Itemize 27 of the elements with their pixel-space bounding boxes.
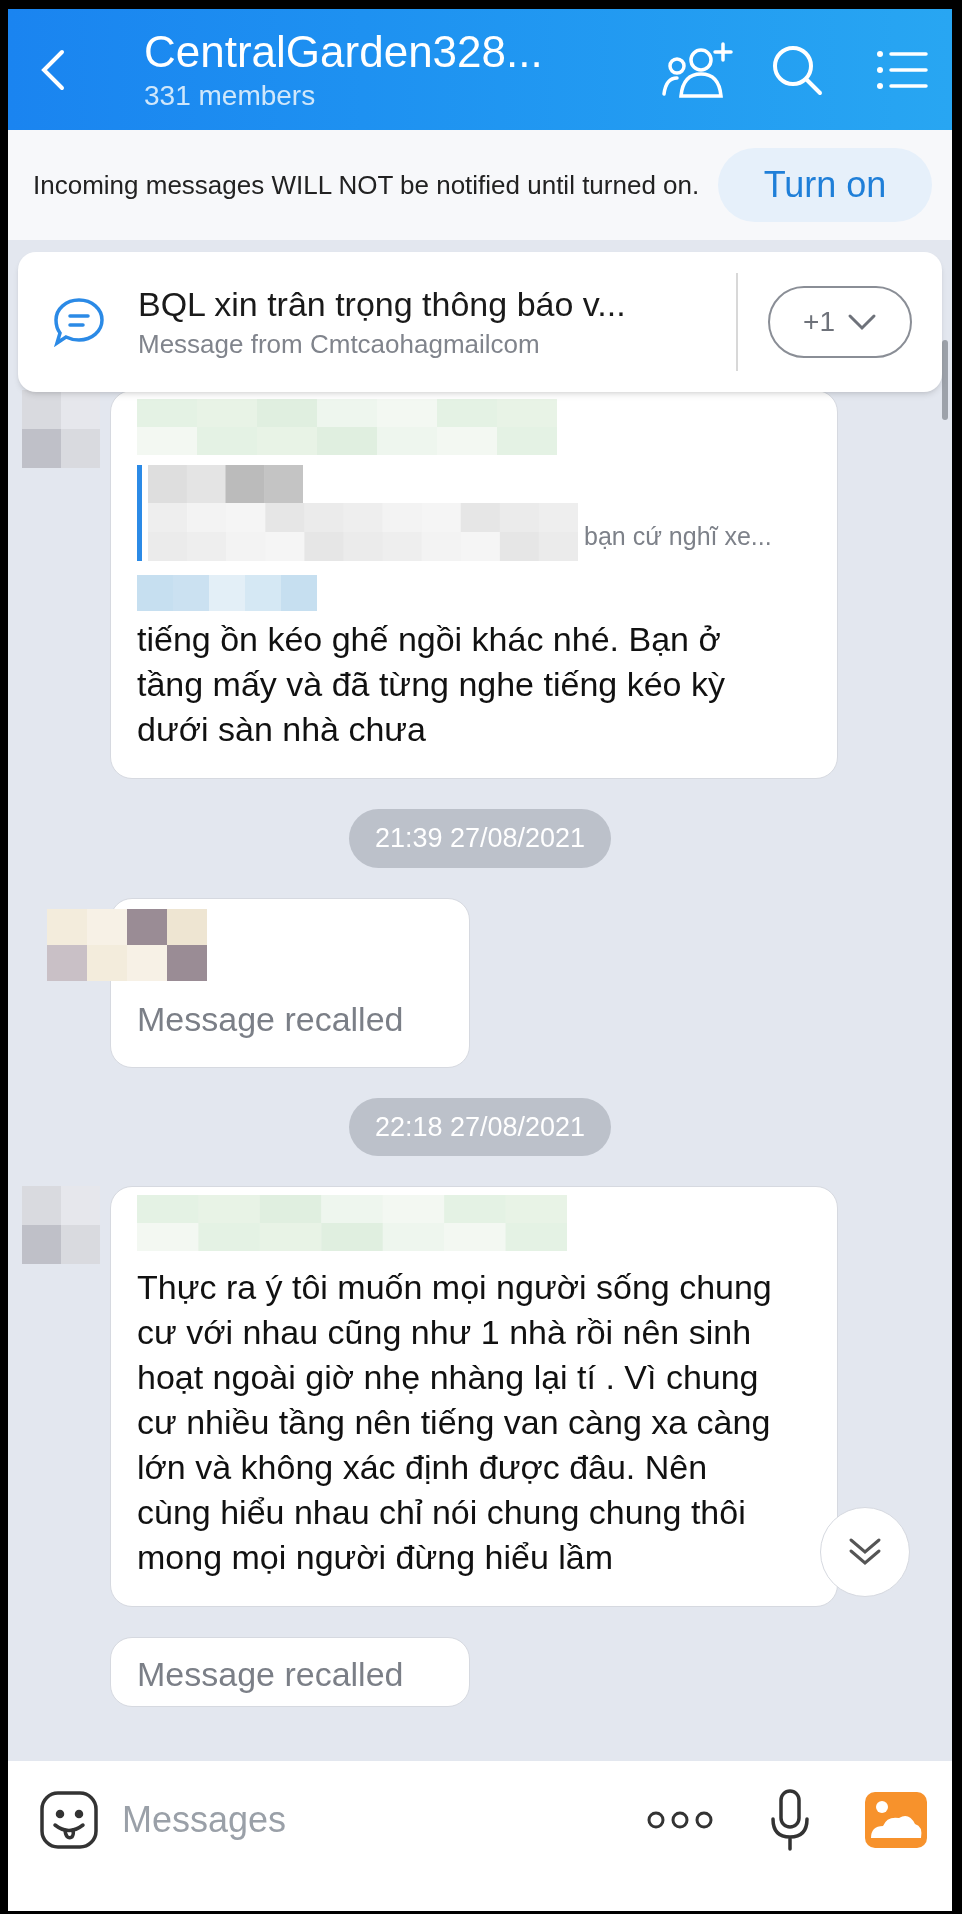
recalled-text: Message recalled xyxy=(137,1654,405,1695)
double-chevron-down-icon xyxy=(847,1536,883,1568)
pinned-subtitle: Message from Cmtcaohagmailcom xyxy=(138,328,541,361)
back-icon xyxy=(40,47,66,92)
microphone-icon xyxy=(769,1789,811,1851)
quote-text: bạn cứ nghĩ xe... xyxy=(584,520,772,552)
message-text: tiếng ồn kéo ghế ngồi khác nhé. Bạn ở tầng mấy và đã từng nghe tiếng kéo kỳ dưới sàn nhà chưa xyxy=(137,619,726,750)
timestamp: 21:39 27/08/2021 xyxy=(348,809,612,868)
message-text: Thực ra ý tôi muốn mọi người sống chung cư với nhau cũng như 1 nhà rồi nên sinh hoạt ngoài giờ nhẹ nhàng lại tí . Vì chung cư nhiều tầng nên tiếng van càng xa càng lớn và không xác định được đâu. Nên cùng hiểu nhau chỉ nói chung chung thôi mong mọi người đừng hiểu lầm xyxy=(137,1267,773,1578)
recalled-text: Message recalled xyxy=(137,998,405,1040)
image-icon xyxy=(865,1792,927,1848)
pinned-message[interactable]: BQL xin trân trọng thông báo v... Message from Cmtcaohagmailcom +1 xyxy=(18,252,942,392)
notice-text: Incoming messages WILL NOT be notified until turned on. xyxy=(33,168,701,202)
photo-button[interactable] xyxy=(864,1789,928,1851)
turn-on-button[interactable]: Turn on xyxy=(718,148,932,222)
timestamp: 22:18 27/08/2021 xyxy=(348,1097,612,1156)
more-pinned-button[interactable]: +1 xyxy=(768,286,912,358)
message-field[interactable]: Messages xyxy=(122,1789,640,1851)
sticker-button[interactable] xyxy=(38,1789,100,1851)
more-icon xyxy=(646,1810,714,1830)
menu-icon xyxy=(876,49,928,90)
member-count: 331 members xyxy=(144,78,317,113)
smiley-icon xyxy=(39,1790,99,1850)
group-title: CentralGarden328... xyxy=(144,25,544,78)
pinned-title: BQL xin trân trọng thông báo v... xyxy=(138,284,627,325)
chevron-down-icon xyxy=(846,313,877,331)
chat-bubble-icon xyxy=(52,296,106,348)
